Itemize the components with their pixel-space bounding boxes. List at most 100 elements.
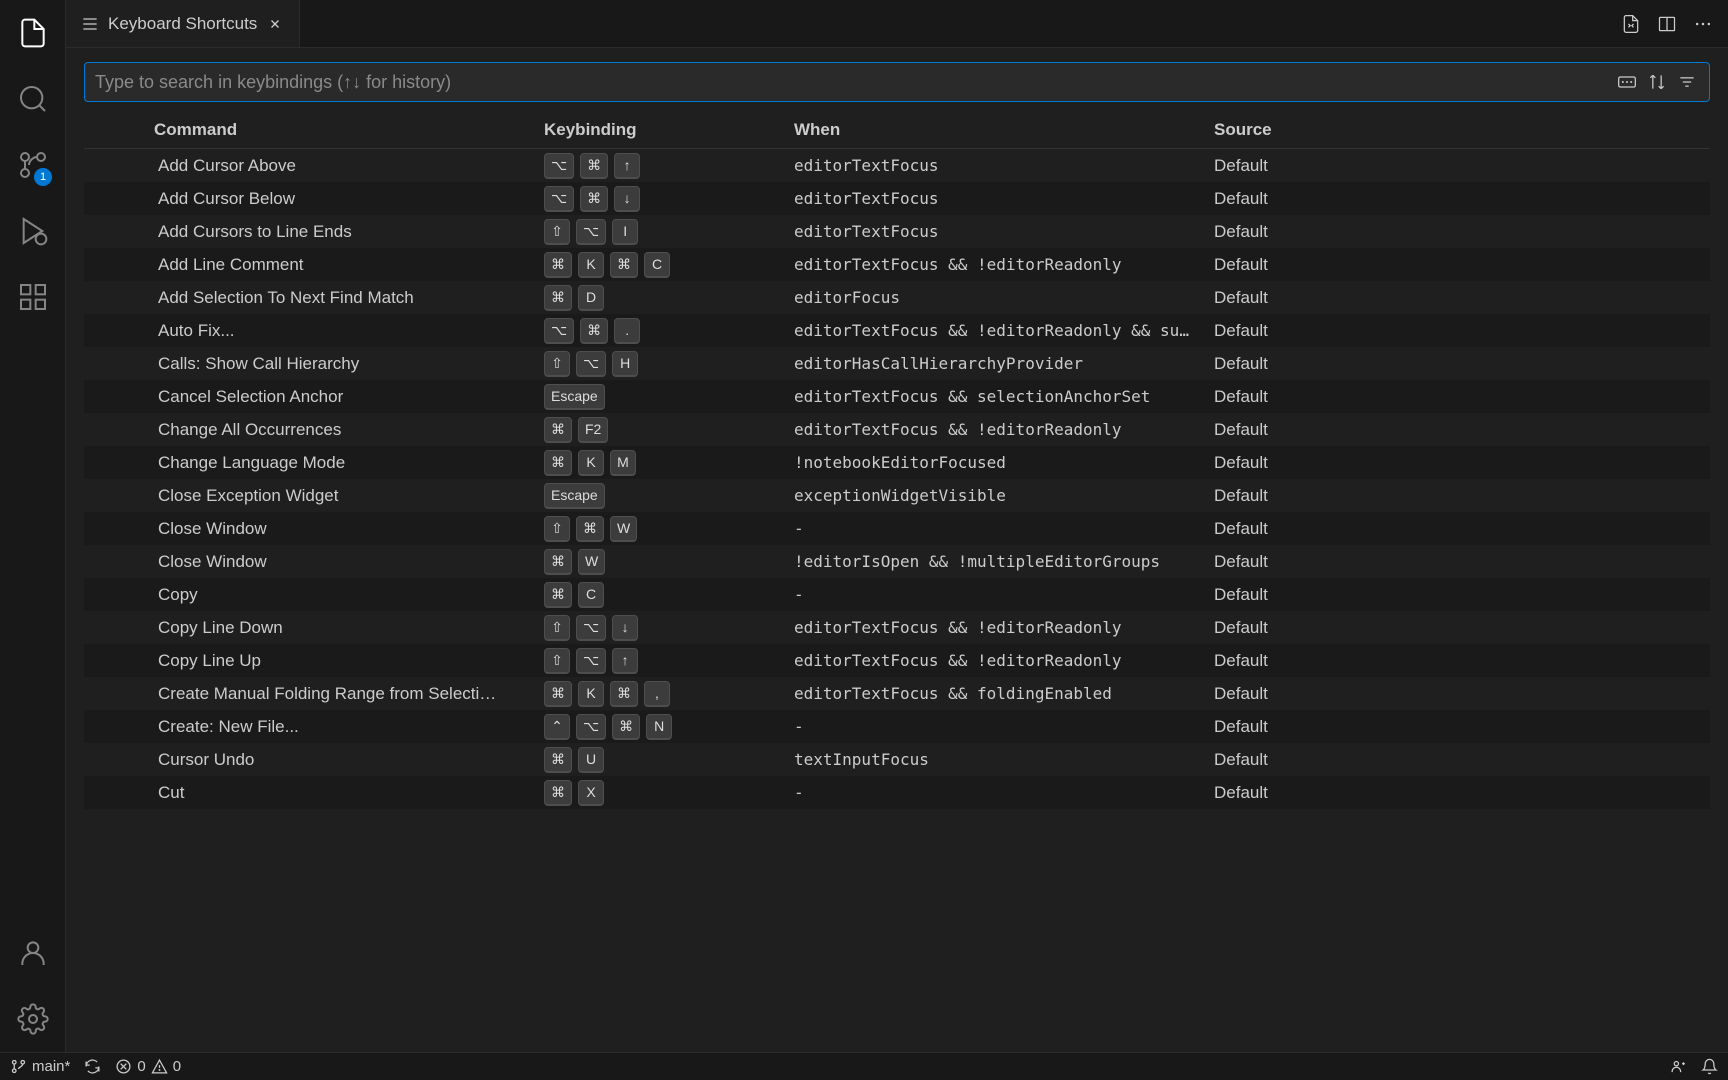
extensions-icon[interactable] [0, 264, 66, 330]
keybinding-cell: Escape [544, 384, 794, 410]
activity-bar: 1 [0, 0, 66, 1052]
key: ⌘ [610, 252, 638, 278]
col-keybinding[interactable]: Keybinding [544, 120, 794, 140]
key: ⌥ [544, 153, 574, 179]
source-cell: Default [1214, 156, 1710, 176]
table-row[interactable]: Close Exception WidgetEscapeexceptionWid… [84, 479, 1710, 512]
status-notifications[interactable] [1701, 1058, 1718, 1075]
record-keys-button[interactable] [1613, 68, 1641, 96]
command-cell: Cut [154, 783, 544, 803]
table-row[interactable]: Cut⌘X-Default [84, 776, 1710, 809]
when-cell: editorFocus [794, 288, 1214, 307]
table-row[interactable]: Add Line Comment⌘K⌘CeditorTextFocus && !… [84, 248, 1710, 281]
when-cell: editorTextFocus && !editorReadonly [794, 255, 1214, 274]
table-row[interactable]: Auto Fix...⌥⌘.editorTextFocus && !editor… [84, 314, 1710, 347]
key: ⌥ [576, 714, 606, 740]
keybinding-cell: ⌥⌘. [544, 318, 794, 344]
clear-filter-button[interactable] [1673, 68, 1701, 96]
status-branch[interactable]: main* [10, 1058, 70, 1075]
split-editor-button[interactable] [1652, 9, 1682, 39]
key: ⌥ [576, 615, 606, 641]
source-cell: Default [1214, 288, 1710, 308]
search-icon[interactable] [0, 66, 66, 132]
run-debug-icon[interactable] [0, 198, 66, 264]
open-keybindings-json-button[interactable] [1616, 9, 1646, 39]
table-row[interactable]: Copy⌘C-Default [84, 578, 1710, 611]
keybinding-cell: ⌘U [544, 747, 794, 773]
table-row[interactable]: Close Window⇧⌘W-Default [84, 512, 1710, 545]
keybinding-cell: ⌥⌘↑ [544, 153, 794, 179]
more-actions-button[interactable] [1688, 9, 1718, 39]
table-row[interactable]: Create: New File...⌃⌥⌘N-Default [84, 710, 1710, 743]
keybinding-cell: ⌥⌘↓ [544, 186, 794, 212]
table-row[interactable]: Change All Occurrences⌘F2 editorTextFocus… [84, 413, 1710, 446]
key: ⌘ [544, 450, 572, 476]
accounts-icon[interactable] [0, 920, 66, 986]
key: ⇧ [544, 648, 570, 674]
key: Escape [544, 483, 605, 509]
key: W [578, 549, 605, 575]
when-cell: - [794, 717, 1214, 736]
source-cell: Default [1214, 453, 1710, 473]
tab-bar: Keyboard Shortcuts [66, 0, 1728, 48]
table-row[interactable]: Add Selection To Next Find Match⌘Deditor… [84, 281, 1710, 314]
key: K [578, 450, 604, 476]
tab-close-button[interactable] [265, 14, 285, 34]
status-sync[interactable] [84, 1058, 101, 1075]
when-cell: editorTextFocus && !editorReadonly [794, 651, 1214, 670]
when-cell: textInputFocus [794, 750, 1214, 769]
search-input[interactable] [95, 72, 1613, 93]
key: ⌘ [612, 714, 640, 740]
table-row[interactable]: Create Manual Folding Range from Selecti… [84, 677, 1710, 710]
status-live-share[interactable] [1670, 1058, 1687, 1075]
table-row[interactable]: Add Cursor Above⌥⌘↑editorTextFocusDefaul… [84, 149, 1710, 182]
key: ⌘ [544, 681, 572, 707]
keybindings-table: Command Keybinding When Source Add Curso… [66, 112, 1728, 1052]
source-cell: Default [1214, 717, 1710, 737]
command-cell: Close Window [154, 552, 544, 572]
table-row[interactable]: Copy Line Up⇧⌥↑editorTextFocus && !edito… [84, 644, 1710, 677]
search-container [84, 62, 1710, 102]
key: ↑ [612, 648, 638, 674]
table-row[interactable]: Add Cursors to Line Ends⇧⌥IeditorTextFoc… [84, 215, 1710, 248]
when-cell: editorTextFocus && !editorReadonly [794, 420, 1214, 439]
keybinding-cell: ⇧⌥I [544, 219, 794, 245]
key: ⌘ [544, 417, 572, 443]
key: M [610, 450, 636, 476]
key: . [614, 318, 640, 344]
table-row[interactable]: Close Window⌘W!editorIsOpen && !multiple… [84, 545, 1710, 578]
command-cell: Add Selection To Next Find Match [154, 288, 544, 308]
settings-gear-icon[interactable] [0, 986, 66, 1052]
table-row[interactable]: Change Language Mode⌘KM!notebookEditorFo… [84, 446, 1710, 479]
command-cell: Close Window [154, 519, 544, 539]
sort-button[interactable] [1643, 68, 1671, 96]
command-cell: Add Cursor Above [154, 156, 544, 176]
table-row[interactable]: Calls: Show Call Hierarchy⇧⌥HeditorHasCa… [84, 347, 1710, 380]
col-command[interactable]: Command [154, 120, 544, 140]
key: ↓ [612, 615, 638, 641]
when-cell: editorTextFocus && !editorReadonly && su… [794, 321, 1214, 340]
table-row[interactable]: Copy Line Down⇧⌥↓editorTextFocus && !edi… [84, 611, 1710, 644]
tab-keyboard-shortcuts[interactable]: Keyboard Shortcuts [66, 0, 300, 47]
source-control-icon[interactable]: 1 [0, 132, 66, 198]
command-cell: Change All Occurrences [154, 420, 544, 440]
when-cell: !editorIsOpen && !multipleEditorGroups [794, 552, 1214, 571]
status-problems[interactable]: 0 0 [115, 1058, 181, 1075]
explorer-icon[interactable] [0, 0, 66, 66]
table-row[interactable]: Add Cursor Below⌥⌘↓editorTextFocusDefaul… [84, 182, 1710, 215]
when-cell: editorTextFocus [794, 189, 1214, 208]
keybinding-cell: ⇧⌘W [544, 516, 794, 542]
table-row[interactable]: Cursor Undo⌘UtextInputFocusDefault [84, 743, 1710, 776]
keybinding-cell: ⌘W [544, 549, 794, 575]
keybinding-cell: ⌘KM [544, 450, 794, 476]
source-cell: Default [1214, 618, 1710, 638]
key: F2 [578, 417, 608, 443]
key: ↑ [614, 153, 640, 179]
table-row[interactable]: Cancel Selection AnchorEscapeeditorTextF… [84, 380, 1710, 413]
col-when[interactable]: When [794, 120, 1214, 140]
col-source[interactable]: Source [1214, 120, 1710, 140]
keybinding-cell: ⌘D [544, 285, 794, 311]
key: ⇧ [544, 615, 570, 641]
when-cell: - [794, 519, 1214, 538]
source-cell: Default [1214, 684, 1710, 704]
